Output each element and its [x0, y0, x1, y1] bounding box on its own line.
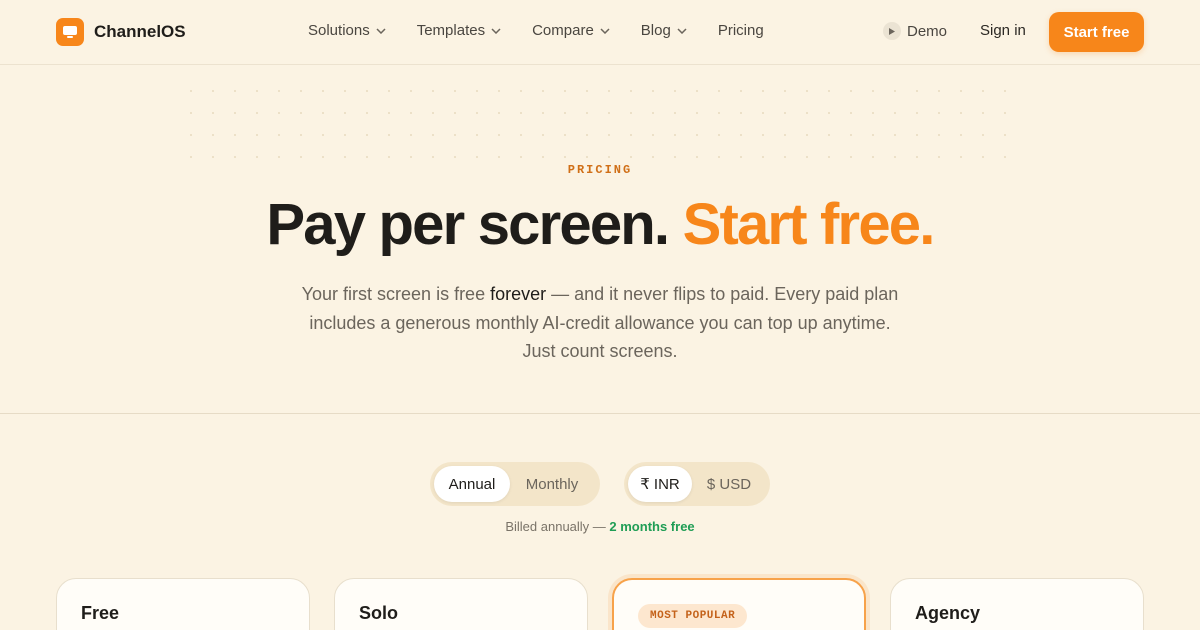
billing-note: Billed annually — 2 months free	[0, 519, 1200, 534]
section-eyebrow: PRICING	[567, 163, 633, 177]
chevron-down-icon	[491, 27, 501, 34]
billing-period-toggle: Annual Monthly	[430, 462, 600, 506]
plan-name: Free	[81, 603, 120, 623]
page-title: Pay per screen. Start free.	[0, 192, 1200, 258]
monitor-icon	[56, 18, 84, 46]
nav-item-label: Solutions	[308, 22, 370, 39]
nav-item-label: Blog	[640, 22, 671, 39]
billing-option-monthly[interactable]: Monthly	[510, 466, 594, 502]
dot-pattern-background	[180, 80, 1020, 160]
subtitle-emphasis: forever	[490, 284, 547, 304]
billing-option-annual[interactable]: Annual	[434, 466, 510, 502]
demo-label: Demo	[907, 22, 948, 40]
demo-link[interactable]: Demo	[883, 22, 947, 40]
nav-item-pricing[interactable]: Pricing	[718, 22, 764, 39]
most-popular-badge: MOST POPULAR	[638, 604, 748, 628]
plan-card-free: Free	[56, 578, 310, 630]
headline-accent: Start free.	[682, 192, 936, 257]
plan-card-popular: MOST POPULAR	[612, 578, 866, 630]
nav-item-compare[interactable]: Compare	[532, 22, 610, 39]
nav-item-blog[interactable]: Blog	[641, 22, 687, 39]
plan-name: Agency	[915, 603, 981, 623]
brand-name: ChannelOS	[94, 22, 186, 41]
nav-item-label: Templates	[416, 22, 486, 39]
nav-item-label: Pricing	[717, 22, 764, 39]
currency-option-inr[interactable]: ₹ INR	[628, 466, 692, 502]
billing-note-text: Billed annually —	[505, 519, 610, 534]
main-nav: Solutions Templates Compare Blog Pricing	[308, 22, 795, 39]
chevron-down-icon	[677, 27, 687, 34]
subtitle-text-start: Your first screen is free	[301, 284, 491, 304]
plan-card-solo: Solo	[334, 578, 588, 630]
chevron-down-icon	[600, 27, 610, 34]
headline-main: Pay per screen.	[266, 192, 670, 257]
brand-logo[interactable]: ChannelOS	[56, 18, 186, 46]
start-free-button[interactable]: Start free	[1049, 12, 1144, 52]
plan-card-agency: Agency	[890, 578, 1144, 630]
nav-item-solutions[interactable]: Solutions	[308, 22, 386, 39]
nav-item-label: Compare	[532, 22, 594, 39]
nav-item-templates[interactable]: Templates	[417, 22, 501, 39]
currency-option-usd[interactable]: $ USD	[692, 466, 766, 502]
play-icon	[883, 22, 901, 40]
sign-in-link[interactable]: Sign in	[980, 22, 1026, 39]
currency-toggle: ₹ INR $ USD	[624, 462, 770, 506]
site-header: ChannelOS Solutions Templates Compare Bl…	[0, 0, 1200, 65]
savings-highlight: 2 months free	[609, 519, 695, 534]
chevron-down-icon	[376, 27, 386, 34]
hero-subtitle: Your first screen is free forever — and …	[300, 280, 900, 366]
plan-name: Solo	[359, 603, 398, 623]
section-divider	[0, 413, 1200, 414]
